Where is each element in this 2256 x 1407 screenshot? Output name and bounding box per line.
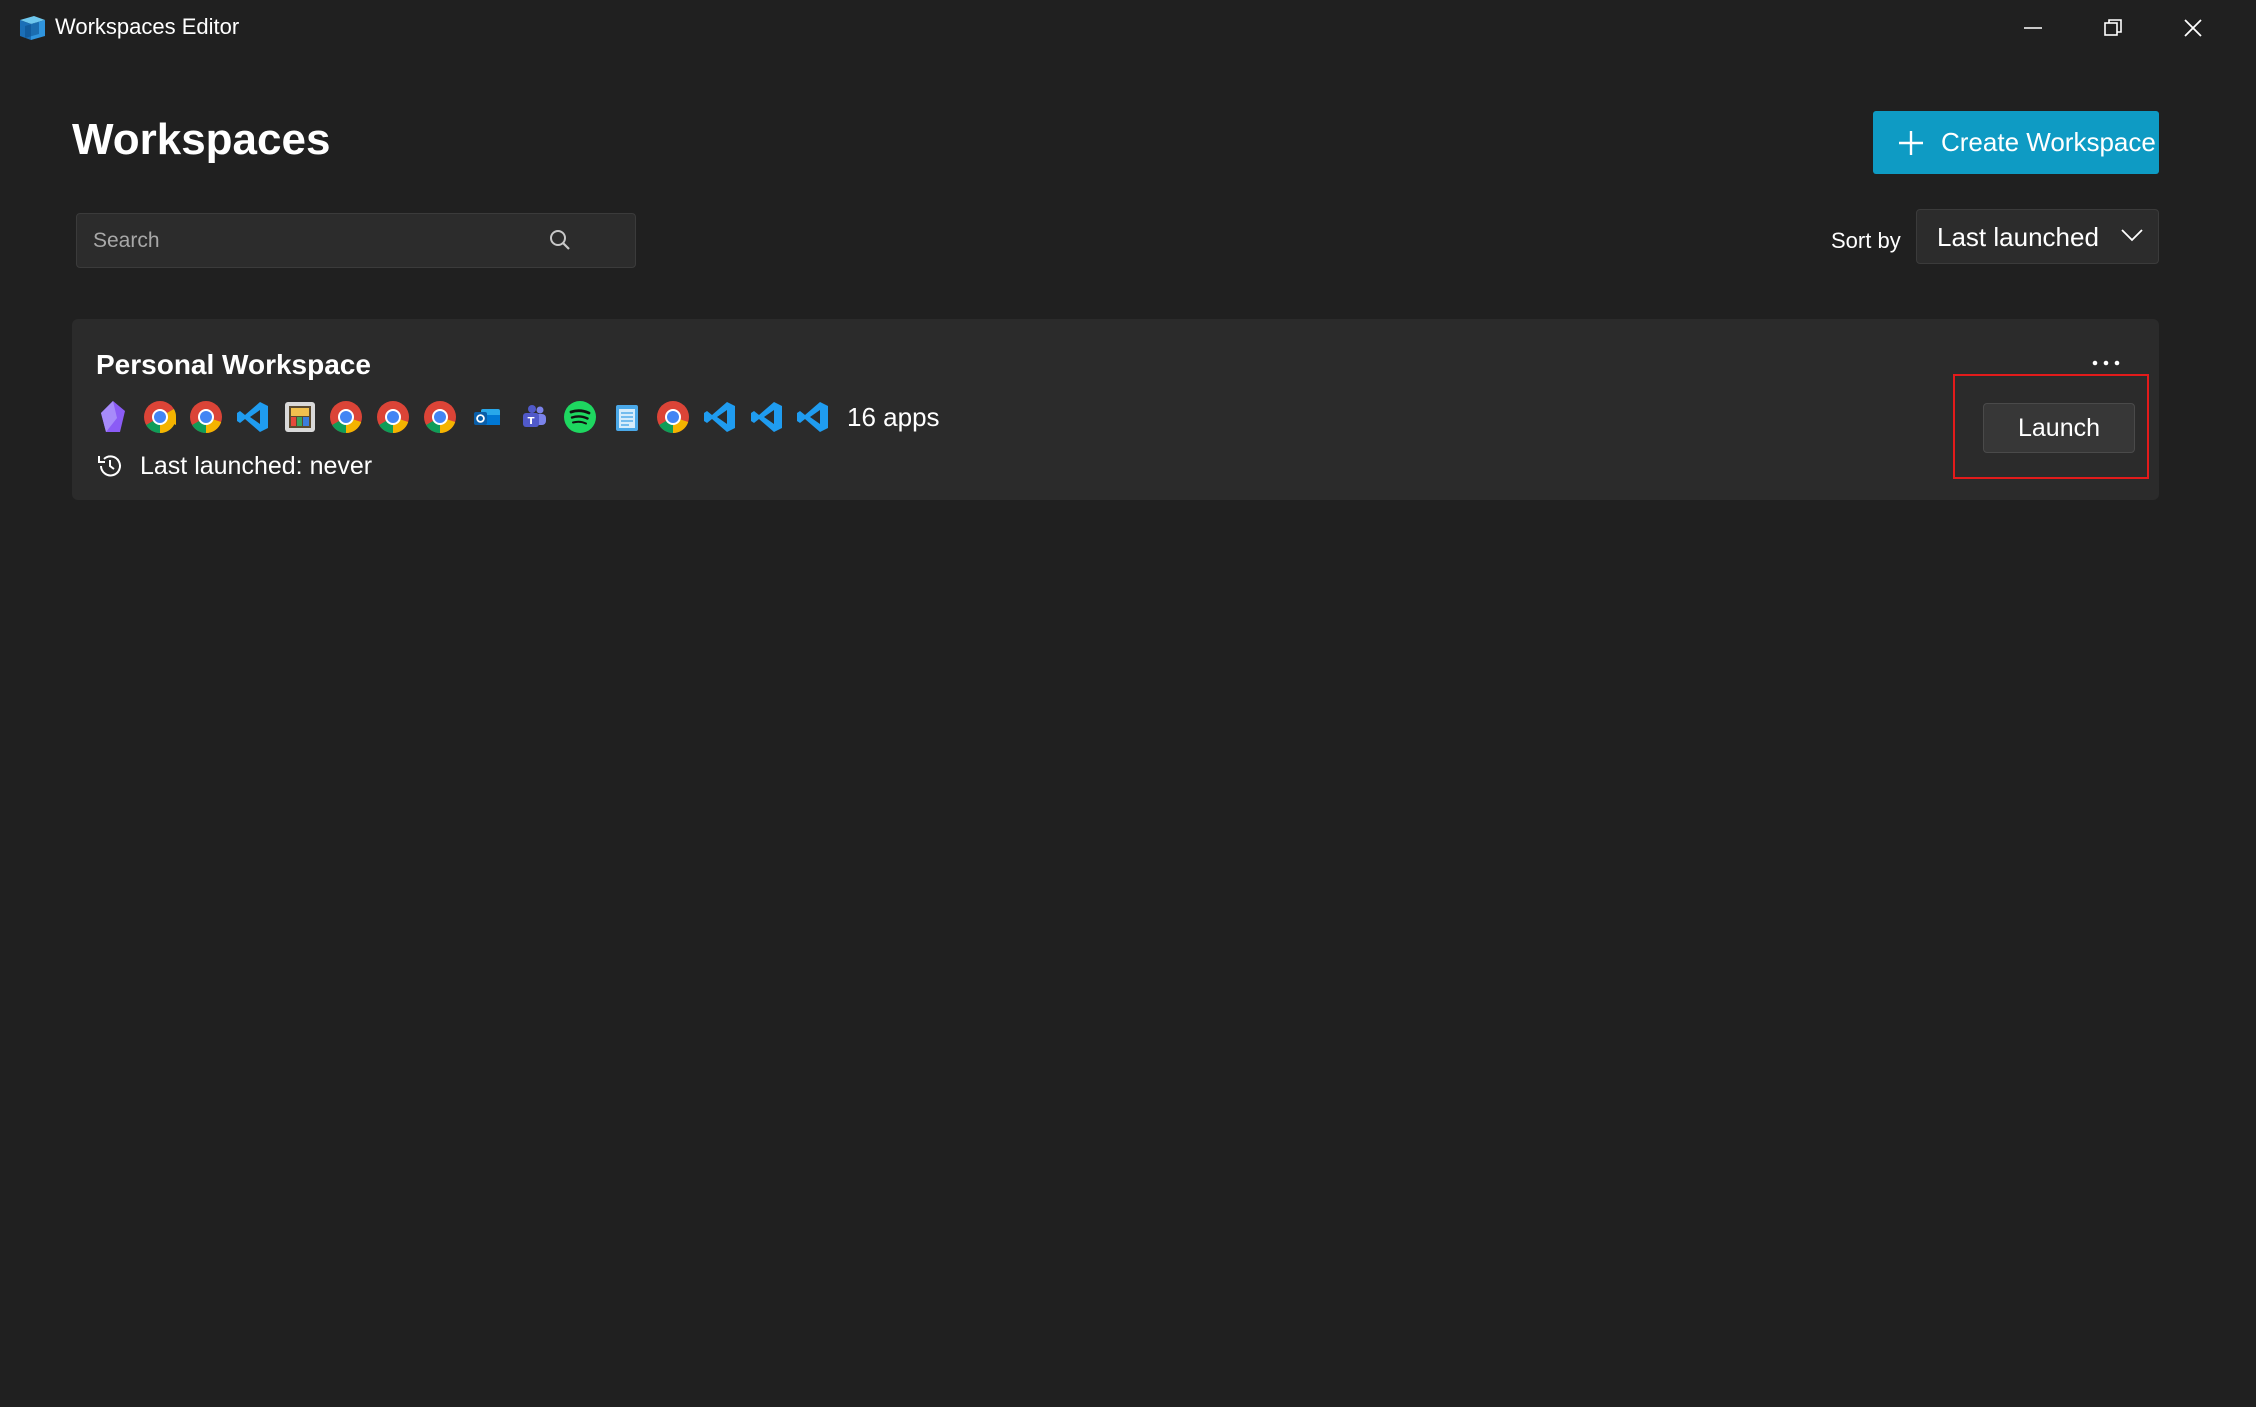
workspaces-app-icon bbox=[17, 14, 49, 44]
workspace-name: Personal Workspace bbox=[96, 349, 371, 380]
create-workspace-button[interactable]: Create Workspace bbox=[1873, 111, 2159, 174]
svg-text:T: T bbox=[528, 416, 535, 427]
workspace-apps: T 16 apps bbox=[96, 397, 940, 437]
workspace-card[interactable]: Personal Workspace T 16 apps Last launch… bbox=[72, 319, 2159, 500]
vscode-icon bbox=[236, 400, 270, 434]
vscode-icon bbox=[796, 400, 830, 434]
more-options-button[interactable] bbox=[2086, 353, 2126, 373]
last-launched-text: Last launched: never bbox=[140, 451, 373, 480]
search-icon[interactable] bbox=[547, 228, 573, 259]
search-box bbox=[76, 213, 636, 268]
vscode-icon bbox=[703, 400, 737, 434]
close-button[interactable] bbox=[2153, 0, 2233, 56]
outlook-icon bbox=[470, 400, 504, 434]
chrome-icon bbox=[189, 400, 223, 434]
vscode-icon bbox=[750, 400, 784, 434]
sort-dropdown[interactable]: Last launched bbox=[1916, 209, 2159, 264]
teams-icon: T bbox=[516, 400, 550, 434]
launch-button[interactable]: Launch bbox=[1983, 403, 2135, 453]
notepad-icon bbox=[610, 400, 644, 434]
more-icon bbox=[2092, 360, 2120, 366]
chrome-icon bbox=[423, 400, 457, 434]
history-icon bbox=[96, 452, 124, 480]
sort-selected-value: Last launched bbox=[1937, 222, 2099, 252]
apps-count: 16 apps bbox=[847, 402, 940, 432]
chevron-down-icon bbox=[2121, 228, 2143, 247]
chrome-icon bbox=[656, 400, 690, 434]
restore-icon bbox=[2104, 19, 2122, 36]
page-title: Workspaces bbox=[72, 115, 331, 164]
chrome-icon bbox=[376, 400, 410, 434]
last-launched-row: Last launched: never bbox=[96, 449, 372, 483]
close-icon bbox=[2184, 19, 2202, 37]
minimize-button[interactable] bbox=[1993, 0, 2073, 56]
sort-by-label: Sort by bbox=[1831, 228, 1901, 253]
restore-button[interactable] bbox=[2073, 0, 2153, 56]
photos-icon bbox=[283, 400, 317, 434]
chrome-icon bbox=[329, 400, 363, 434]
create-workspace-label: Create Workspace bbox=[1941, 127, 2156, 157]
plus-icon bbox=[1897, 129, 1925, 157]
window-title: Workspaces Editor bbox=[55, 14, 240, 39]
obsidian-icon bbox=[96, 400, 130, 434]
spotify-icon bbox=[563, 400, 597, 434]
title-bar: Workspaces Editor bbox=[0, 0, 2256, 56]
minimize-icon bbox=[2024, 27, 2042, 29]
search-input[interactable] bbox=[77, 214, 557, 267]
chrome-icon bbox=[143, 400, 177, 434]
